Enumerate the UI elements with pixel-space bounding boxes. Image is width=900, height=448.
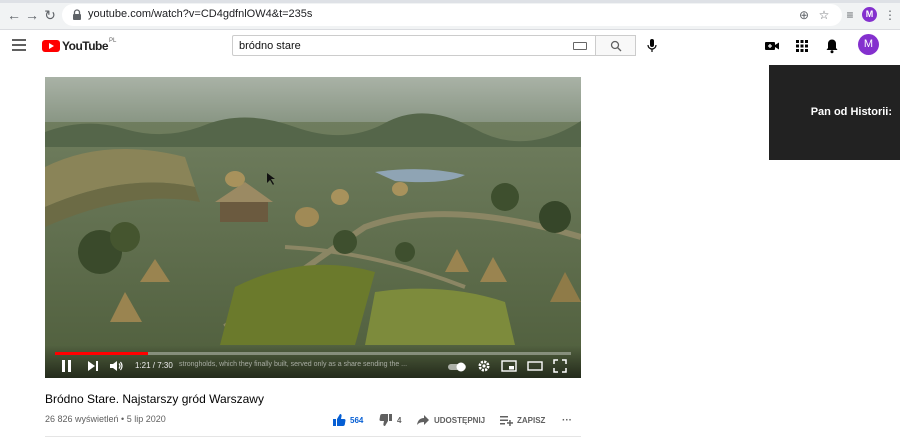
overlay-window: Pan od Historii: <box>769 65 900 160</box>
notifications-bell-icon[interactable] <box>824 38 840 54</box>
like-count: 564 <box>350 415 364 425</box>
add-to-playlist-icon <box>500 416 513 426</box>
install-app-icon[interactable]: ⊕ <box>796 7 812 23</box>
video-frame <box>45 77 581 378</box>
autoplay-toggle-icon[interactable] <box>447 360 467 374</box>
apps-grid-icon[interactable] <box>794 38 810 54</box>
player-controls: 1:21 / 7:30 strongholds, which they fina… <box>45 345 581 378</box>
search-input[interactable]: bródno stare <box>232 35 596 56</box>
bookmark-star-icon[interactable]: ☆ <box>816 7 832 23</box>
browser-toolbar: ← → ↻ youtube.com/watch?v=CD4gdfnlOW4&t=… <box>0 0 900 30</box>
browser-menu-icon[interactable]: ⋮ <box>882 7 898 23</box>
video-player[interactable]: 1:21 / 7:30 strongholds, which they fina… <box>45 77 581 378</box>
save-label: ZAPISZ <box>517 415 546 425</box>
logo-text: YouTube <box>62 39 109 53</box>
fullscreen-icon[interactable] <box>553 359 567 373</box>
create-video-icon[interactable] <box>764 38 780 54</box>
playlist-icon[interactable]: ≡ <box>842 7 858 23</box>
tab-strip <box>0 0 900 3</box>
search-query: bródno stare <box>239 40 301 52</box>
miniplayer-icon[interactable] <box>501 359 517 373</box>
microphone-icon[interactable] <box>646 38 658 53</box>
url-text: youtube.com/watch?v=CD4gdfnlOW4&t=235s <box>88 8 313 20</box>
search-button[interactable] <box>596 35 636 56</box>
like-button[interactable]: 564 <box>332 412 363 428</box>
search-icon <box>610 40 622 52</box>
progress-played <box>55 352 148 355</box>
reload-icon[interactable]: ↻ <box>42 7 58 23</box>
video-meta: 26 826 wyświetleń • 5 lip 2020 <box>45 414 166 424</box>
settings-gear-icon[interactable] <box>477 359 491 373</box>
youtube-play-icon <box>42 40 60 52</box>
thumbs-down-icon <box>379 414 392 426</box>
divider <box>45 436 581 437</box>
dislike-count: 4 <box>397 415 402 425</box>
volume-icon[interactable] <box>109 359 125 373</box>
address-bar[interactable]: youtube.com/watch?v=CD4gdfnlOW4&t=235s <box>62 4 842 26</box>
time-display: 1:21 / 7:30 <box>135 361 173 370</box>
share-arrow-icon <box>417 415 429 425</box>
save-button[interactable]: ZAPISZ <box>499 412 545 428</box>
more-actions-icon: ··· <box>562 414 572 426</box>
menu-icon[interactable] <box>12 39 26 51</box>
overlay-text: Pan od Historii: <box>810 106 892 118</box>
more-actions-button[interactable]: ··· <box>562 412 572 428</box>
share-label: UDOSTĘPNIJ <box>434 415 486 425</box>
browser-profile-avatar[interactable]: M <box>862 7 877 22</box>
lock-icon <box>73 9 81 20</box>
theater-mode-icon[interactable] <box>527 359 543 373</box>
forward-icon[interactable]: → <box>24 7 40 23</box>
share-button[interactable]: UDOSTĘPNIJ <box>416 412 485 428</box>
next-icon[interactable] <box>87 359 99 373</box>
youtube-header: YouTube PL bródno stare M <box>0 30 900 64</box>
dislike-button[interactable]: 4 <box>379 412 401 428</box>
thumbs-up-icon <box>333 414 346 426</box>
keyboard-icon[interactable] <box>573 42 587 50</box>
youtube-logo[interactable]: YouTube PL <box>42 38 117 53</box>
user-avatar[interactable]: M <box>858 34 879 55</box>
back-icon[interactable]: ← <box>6 7 22 23</box>
progress-bar[interactable] <box>55 352 571 355</box>
video-title: Bródno Stare. Najstarszy gród Warszawy <box>45 392 264 406</box>
pause-icon[interactable] <box>61 359 73 373</box>
subtitle-text: strongholds, which they finally built, s… <box>179 361 408 368</box>
region-code: PL <box>109 38 117 44</box>
